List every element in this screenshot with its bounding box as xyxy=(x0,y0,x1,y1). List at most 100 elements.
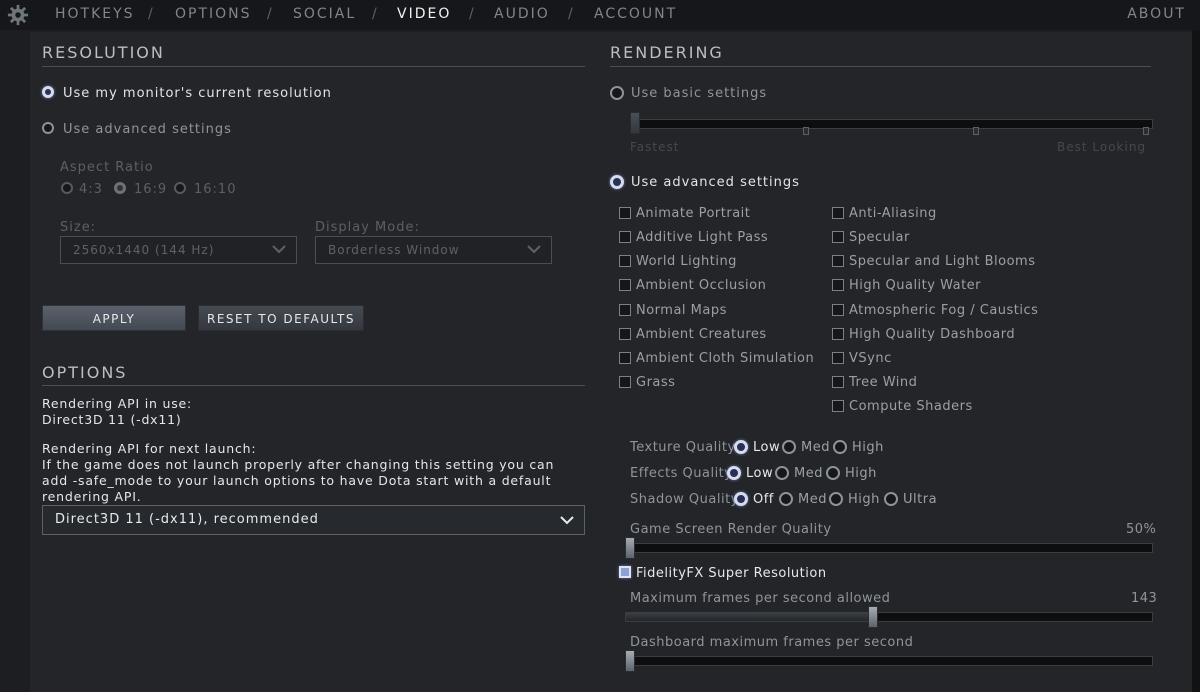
ambient-cloth-simulation-checkbox[interactable] xyxy=(619,352,631,364)
api-in-use-label: Rendering API in use: xyxy=(42,396,193,411)
specular-label[interactable]: Specular xyxy=(849,230,910,245)
use-monitor-resolution-label[interactable]: Use my monitor's current resolution xyxy=(63,86,332,101)
shadow-off-radio[interactable] xyxy=(734,492,748,506)
rendering-api-dropdown[interactable]: Direct3D 11 (-dx11), recommended xyxy=(42,505,585,535)
texture-low-radio[interactable] xyxy=(734,440,748,454)
chevron-down-icon xyxy=(560,516,574,525)
tab-about[interactable]: ABOUT xyxy=(1127,6,1186,22)
render-quality-slider-handle[interactable] xyxy=(625,537,635,559)
aspect-16-10-label[interactable]: 16:10 xyxy=(194,182,236,197)
shadow-med-radio[interactable] xyxy=(779,492,793,506)
effects-low-radio[interactable] xyxy=(727,466,741,480)
specular-checkbox[interactable] xyxy=(832,231,844,243)
world-lighting-label[interactable]: World Lighting xyxy=(636,254,737,269)
world-lighting-checkbox[interactable] xyxy=(619,255,631,267)
shadow-ultra-label[interactable]: Ultra xyxy=(903,492,937,507)
chevron-down-icon xyxy=(272,245,286,254)
tab-social[interactable]: SOCIAL xyxy=(293,6,356,22)
resolution-advanced-label[interactable]: Use advanced settings xyxy=(63,122,232,137)
max-fps-slider-handle[interactable] xyxy=(868,606,878,628)
additive-light-pass-checkbox[interactable] xyxy=(619,231,631,243)
rendering-advanced-label[interactable]: Use advanced settings xyxy=(631,175,800,190)
tab-audio[interactable]: AUDIO xyxy=(494,6,550,22)
max-fps-slider-fill xyxy=(626,613,874,621)
anti-aliasing-checkbox[interactable] xyxy=(832,207,844,219)
ambient-creatures-checkbox[interactable] xyxy=(619,328,631,340)
api-next-launch-label: Rendering API for next launch: xyxy=(42,441,257,456)
vsync-checkbox[interactable] xyxy=(832,352,844,364)
aspect-16-10-radio[interactable] xyxy=(174,182,186,194)
tab-video[interactable]: VIDEO xyxy=(397,6,451,22)
ambient-cloth-simulation-label[interactable]: Ambient Cloth Simulation xyxy=(636,351,814,366)
render-quality-slider[interactable] xyxy=(625,543,1153,553)
grass-checkbox[interactable] xyxy=(619,376,631,388)
rendering-advanced-radio[interactable] xyxy=(610,175,624,189)
tree-wind-checkbox[interactable] xyxy=(832,376,844,388)
basic-quality-slider-handle[interactable] xyxy=(630,112,640,134)
compute-shaders-label[interactable]: Compute Shaders xyxy=(849,399,973,414)
effects-med-radio[interactable] xyxy=(775,466,789,480)
shadow-off-label[interactable]: Off xyxy=(753,492,774,507)
shadow-high-radio[interactable] xyxy=(829,492,843,506)
resolution-advanced-radio[interactable] xyxy=(42,122,54,134)
vsync-label[interactable]: VSync xyxy=(849,351,892,366)
anti-aliasing-label[interactable]: Anti-Aliasing xyxy=(849,206,937,221)
high-quality-dashboard-checkbox[interactable] xyxy=(832,328,844,340)
api-note-line-3: rendering API. xyxy=(42,489,142,504)
max-fps-slider[interactable] xyxy=(625,612,1153,622)
aspect-4-3-radio[interactable] xyxy=(61,182,73,194)
ambient-occlusion-label[interactable]: Ambient Occlusion xyxy=(636,278,766,293)
atmospheric-fog-label[interactable]: Atmospheric Fog / Caustics xyxy=(849,303,1038,318)
dashboard-fps-slider-handle[interactable] xyxy=(625,650,635,672)
aspect-16-9-label[interactable]: 16:9 xyxy=(134,182,167,197)
tab-hotkeys[interactable]: HOTKEYS xyxy=(55,6,135,22)
ambient-creatures-label[interactable]: Ambient Creatures xyxy=(636,327,767,342)
dashboard-fps-slider[interactable] xyxy=(625,656,1153,666)
texture-low-label[interactable]: Low xyxy=(753,440,780,455)
rendering-basic-radio[interactable] xyxy=(610,86,624,100)
ambient-occlusion-checkbox[interactable] xyxy=(619,279,631,291)
basic-quality-slider[interactable] xyxy=(630,119,1153,129)
high-quality-dashboard-label[interactable]: High Quality Dashboard xyxy=(849,327,1015,342)
aspect-16-9-radio[interactable] xyxy=(114,182,126,194)
nav-separator: / xyxy=(267,6,272,22)
specular-light-blooms-checkbox[interactable] xyxy=(832,255,844,267)
dashboard-fps-label: Dashboard maximum frames per second xyxy=(630,635,914,650)
apply-button[interactable]: APPLY xyxy=(42,305,186,331)
effects-med-label[interactable]: Med xyxy=(794,466,823,481)
display-mode-dropdown[interactable]: Borderless Window xyxy=(315,236,552,264)
texture-med-label[interactable]: Med xyxy=(801,440,830,455)
settings-gear-icon[interactable] xyxy=(6,4,30,26)
aspect-4-3-label[interactable]: 4:3 xyxy=(79,182,103,197)
animate-portrait-checkbox[interactable] xyxy=(619,207,631,219)
effects-high-label[interactable]: High xyxy=(845,466,877,481)
fidelityfx-label[interactable]: FidelityFX Super Resolution xyxy=(636,566,827,581)
atmospheric-fog-checkbox[interactable] xyxy=(832,304,844,316)
shadow-med-label[interactable]: Med xyxy=(798,492,827,507)
normal-maps-checkbox[interactable] xyxy=(619,304,631,316)
additive-light-pass-label[interactable]: Additive Light Pass xyxy=(636,230,768,245)
high-quality-water-label[interactable]: High Quality Water xyxy=(849,278,981,293)
normal-maps-label[interactable]: Normal Maps xyxy=(636,303,727,318)
animate-portrait-label[interactable]: Animate Portrait xyxy=(636,206,750,221)
rendering-basic-label[interactable]: Use basic settings xyxy=(631,86,767,101)
texture-high-radio[interactable] xyxy=(833,440,847,454)
api-note-line-2: add -safe_mode to your launch options to… xyxy=(42,473,552,488)
tab-account[interactable]: ACCOUNT xyxy=(594,6,677,22)
use-monitor-resolution-radio[interactable] xyxy=(42,86,54,98)
shadow-ultra-radio[interactable] xyxy=(884,492,898,506)
effects-high-radio[interactable] xyxy=(826,466,840,480)
shadow-high-label[interactable]: High xyxy=(848,492,880,507)
high-quality-water-checkbox[interactable] xyxy=(832,279,844,291)
tree-wind-label[interactable]: Tree Wind xyxy=(849,375,917,390)
specular-light-blooms-label[interactable]: Specular and Light Blooms xyxy=(849,254,1035,269)
size-dropdown[interactable]: 2560x1440 (144 Hz) xyxy=(60,236,297,264)
reset-to-defaults-button[interactable]: RESET TO DEFAULTS xyxy=(198,305,364,331)
compute-shaders-checkbox[interactable] xyxy=(832,400,844,412)
texture-high-label[interactable]: High xyxy=(852,440,884,455)
tab-options[interactable]: OPTIONS xyxy=(175,6,252,22)
fidelityfx-checkbox[interactable] xyxy=(619,566,631,578)
texture-med-radio[interactable] xyxy=(782,440,796,454)
grass-label[interactable]: Grass xyxy=(636,375,675,390)
effects-low-label[interactable]: Low xyxy=(746,466,773,481)
